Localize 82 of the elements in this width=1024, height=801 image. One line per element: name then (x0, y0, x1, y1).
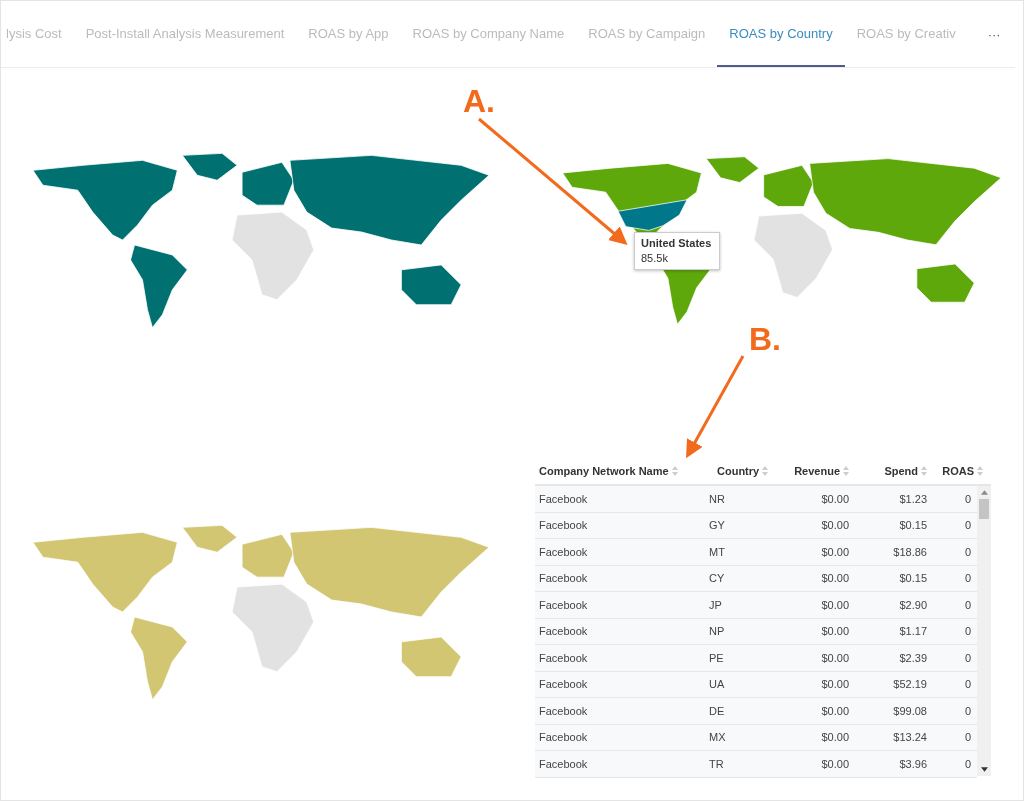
table-cell-text: 0 (963, 678, 971, 691)
table-cell-text: $1.17 (898, 625, 927, 638)
table-cell-text: Facebook (538, 731, 589, 744)
table-cell-text: 0 (963, 704, 971, 717)
table-cell-text: CY (709, 572, 726, 585)
table-cell-text: Facebook (538, 545, 589, 558)
table-cell-text: $2.90 (898, 598, 927, 611)
table-cell-text: 0 (963, 519, 971, 532)
table-cell-text: $0.00 (820, 545, 849, 558)
table-cell-text: 0 (963, 625, 971, 638)
scrollbar[interactable] (977, 486, 991, 776)
sort-icon[interactable] (977, 466, 983, 476)
table-cell-text: $0.00 (820, 625, 849, 638)
scroll-down-icon[interactable] (980, 767, 988, 772)
tab[interactable]: Post-Install Analysis Measurement (73, 1, 297, 67)
column-header[interactable]: Country (709, 465, 769, 477)
table-cell-text: 0 (963, 572, 971, 585)
highlighted-country[interactable] (617, 199, 688, 231)
annotation-label: B. (749, 321, 781, 358)
table-cell-text: Facebook (538, 704, 589, 717)
table-cell-text: $0.00 (820, 519, 849, 532)
table-cell-text: MT (709, 545, 726, 558)
table-cell-text: Facebook (538, 492, 589, 505)
table-cell-text: TR (709, 757, 725, 770)
table-cell-text: $0.00 (820, 492, 849, 505)
table-cell-text: Facebook (538, 572, 589, 585)
table-cell-text: Facebook (538, 757, 589, 770)
table-cell-text: $0.00 (820, 704, 849, 717)
table-cell-text: 0 (963, 545, 971, 558)
table-cell-text: GY (709, 519, 726, 532)
sort-icon[interactable] (843, 466, 849, 476)
more-button[interactable]: ··· (967, 1, 1013, 67)
table-cell-text: 0 (963, 651, 971, 664)
tab[interactable]: ROAS by Campaign (576, 1, 718, 67)
table-cell-text: DE (709, 704, 726, 717)
table-cell-text: PE (709, 651, 725, 664)
table-cell-text: $2.39 (898, 651, 927, 664)
table-cell-text: NR (709, 492, 726, 505)
scroll-thumb[interactable] (979, 499, 989, 519)
tab[interactable]: ROAS by Company Name (400, 1, 577, 67)
scroll-up-icon[interactable] (980, 490, 988, 495)
table-cell-text: Facebook (538, 519, 589, 532)
tab[interactable]: ROAS by Country (717, 1, 845, 67)
tab[interactable]: ROAS by Creativ (844, 1, 968, 67)
tooltip-title: United States (641, 237, 712, 249)
table-cell-text: NP (709, 625, 726, 638)
column-header[interactable]: ROAS (927, 465, 983, 477)
table-cell-text: $0.00 (820, 598, 849, 611)
column-header[interactable]: Company Network Name (535, 465, 709, 477)
sort-icon[interactable] (762, 466, 769, 476)
table-cell-text: $52.19 (892, 678, 927, 691)
sort-icon[interactable] (671, 466, 678, 476)
table-cell-text: Facebook (538, 651, 589, 664)
tooltip-value: 85.5k (641, 252, 669, 264)
tab[interactable]: ROAS by App (296, 1, 401, 67)
table-cell-text: $0.15 (898, 519, 927, 532)
table-cell-text: $0.00 (820, 651, 849, 664)
table-cell-text: Facebook (538, 678, 589, 691)
table-cell-text: UA (709, 678, 726, 691)
table-cell-text: $0.00 (820, 678, 849, 691)
table-cell-text: $18.86 (892, 545, 927, 558)
table-cell-text: $0.00 (820, 731, 849, 744)
table-cell-text: 0 (963, 731, 971, 744)
table-cell-text: $3.96 (898, 757, 927, 770)
table-cell-text: $0.00 (820, 757, 849, 770)
table-cell-text: Facebook (538, 625, 589, 638)
column-header[interactable]: Revenue (769, 465, 849, 477)
table-cell-text: $99.08 (892, 704, 927, 717)
tab[interactable]: lysis Cost (1, 1, 74, 67)
annotation-label: A. (463, 83, 495, 120)
column-header[interactable]: Spend (849, 465, 927, 477)
table-cell-text: $0.00 (820, 572, 849, 585)
table-cell-text: $1.23 (898, 492, 927, 505)
table-cell-text: 0 (963, 598, 971, 611)
table-cell-text: Facebook (538, 598, 589, 611)
table-cell-text: JP (709, 598, 723, 611)
table-cell-text: $13.24 (892, 731, 927, 744)
sort-icon[interactable] (921, 466, 927, 476)
table-cell-text: $0.15 (898, 572, 927, 585)
table-cell-text: 0 (963, 492, 971, 505)
table-cell-text: 0 (963, 757, 971, 770)
table-cell-text: MX (709, 731, 727, 744)
